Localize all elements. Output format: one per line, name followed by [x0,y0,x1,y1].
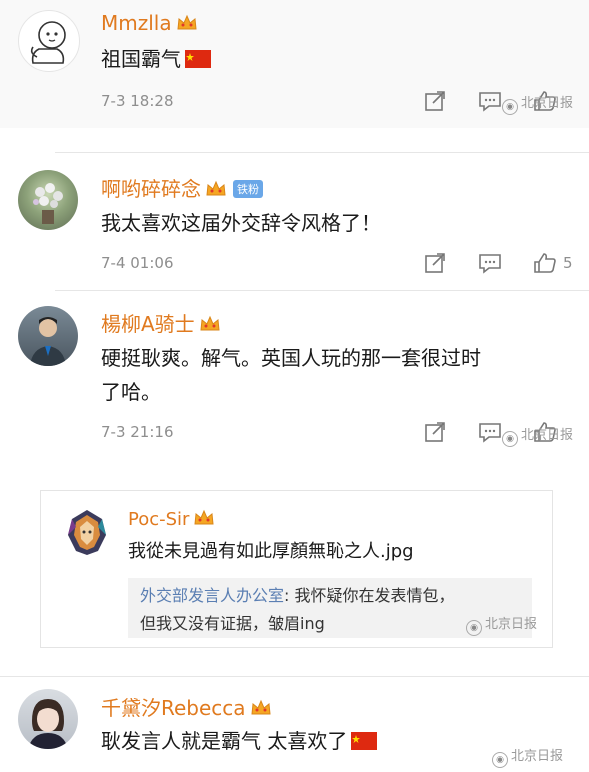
username[interactable]: 楊柳A骑士 [101,308,221,337]
like-icon[interactable] [533,252,557,274]
username[interactable]: 千黛汐Rebecca [101,692,272,721]
comment-content: 祖国霸气 [101,47,181,71]
avatar[interactable] [18,689,78,749]
cartoon-avatar-icon [30,21,66,64]
vip-crown-icon [177,14,197,30]
vip-crown-icon [194,509,215,525]
comment-text: 我太喜欢这届外交辞令风格了！ [101,211,381,235]
wechat-logo-icon: ◉ [502,431,518,447]
watermark: ◉ 北京日报 [466,613,537,636]
comment-line: 了哈。 [101,380,161,404]
quote-line: 我怀疑你在发表情包， [289,586,455,605]
china-flag-icon [351,732,378,750]
username-text: 楊柳A骑士 [101,312,195,336]
comment-card: 千黛汐Rebecca 耿发言人就是霸气 太喜欢了 ◉ 北京日报 [0,677,589,772]
comment-icon[interactable] [478,421,502,443]
flower-photo-icon [33,183,63,224]
watermark: ◉ 北京日报 [502,424,573,447]
watermark-text: 北京日报 [521,428,574,443]
wechat-logo-icon: ◉ [466,620,482,636]
watermark-text: 北京日报 [511,749,564,764]
username[interactable]: Poc-Sir [128,509,215,530]
wechat-logo-icon: ◉ [492,752,508,768]
wechat-logo-icon: ◉ [502,99,518,115]
avatar[interactable] [18,306,78,366]
share-icon[interactable] [424,252,446,274]
quoted-user-link[interactable]: 外交部发言人办公室 [140,586,284,605]
vip-crown-icon [206,180,226,196]
username[interactable]: Mmzlla [101,11,198,35]
watermark-text: 北京日报 [485,617,538,632]
reply-text: 我從未見過有如此厚顏無恥之人.jpg [128,541,414,562]
person-photo-icon [30,317,66,366]
comment-time: 7-4 01:06 [101,254,174,272]
comment-text: 祖国霸气 [101,42,211,76]
comment-icon[interactable] [478,252,502,274]
watermark: ◉ 北京日报 [492,745,563,768]
share-icon[interactable] [424,90,446,112]
comment-content: 耿发言人就是霸气 太喜欢了 [101,729,348,753]
like-count: 5 [563,254,573,272]
watermark: ◉ 北京日报 [502,92,573,115]
fan-badge: 铁粉 [233,180,263,198]
avatar[interactable] [62,507,112,557]
username-text: Mmzlla [101,11,172,35]
comment-time: 7-3 18:28 [101,92,174,110]
comment-card: Mmzlla 祖国霸气 7-3 18:28 ◉ 北京日报 [0,0,589,128]
comment-text: 硬挺耿爽。解气。英国人玩的那一套很过时 了哈。 [101,341,571,409]
username-text: Poc-Sir [128,509,190,530]
vip-crown-icon [200,315,220,331]
comment-icon[interactable] [478,90,502,112]
comment-time: 7-3 21:16 [101,423,174,441]
share-icon[interactable] [424,421,446,443]
person-photo-icon [28,699,68,749]
comment-card: 啊哟碎碎念 铁粉 我太喜欢这届外交辞令风格了！ 7-4 01:06 5 [0,153,589,290]
username-text: 千黛汐Rebecca [101,696,246,720]
comment-card: 楊柳A骑士 硬挺耿爽。解气。英国人玩的那一套很过时 了哈。 7-3 21:16 … [0,291,589,459]
lion-logo-icon [68,510,106,555]
username-text: 啊哟碎碎念 [101,177,201,201]
watermark-text: 北京日报 [521,96,574,111]
avatar[interactable] [18,10,80,72]
comment-line: 硬挺耿爽。解气。英国人玩的那一套很过时 [101,346,481,370]
username[interactable]: 啊哟碎碎念 铁粉 [101,173,263,202]
china-flag-icon [185,50,211,68]
avatar[interactable] [18,170,78,230]
vip-crown-icon [251,699,271,715]
comment-text: 耿发言人就是霸气 太喜欢了 [101,724,378,758]
